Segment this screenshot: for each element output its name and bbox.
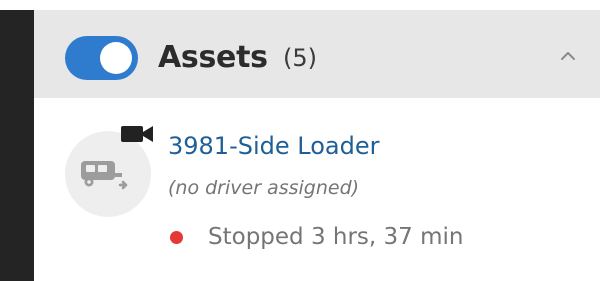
assets-title: Assets: [158, 40, 268, 75]
top-spacer: [0, 0, 600, 10]
assets-visibility-toggle[interactable]: [65, 36, 138, 80]
chevron-up-icon[interactable]: [558, 48, 578, 64]
asset-name-link[interactable]: 3981-Side Loader: [168, 131, 379, 161]
assets-count: (5): [283, 44, 317, 72]
assets-header[interactable]: Assets (5): [34, 10, 600, 98]
asset-list-item[interactable]: 3981-Side Loader (no driver assigned) St…: [34, 98, 600, 281]
video-camera-icon: [121, 126, 153, 142]
motion-status: Stopped 3 hrs, 37 min: [208, 224, 464, 250]
assets-panel: Assets (5) 3981-Side Loader (no driver a…: [0, 0, 600, 281]
status-indicator-dot: [170, 231, 183, 244]
toggle-knob: [100, 42, 132, 74]
driver-status: (no driver assigned): [168, 177, 360, 199]
left-sidebar-edge: [0, 0, 34, 281]
